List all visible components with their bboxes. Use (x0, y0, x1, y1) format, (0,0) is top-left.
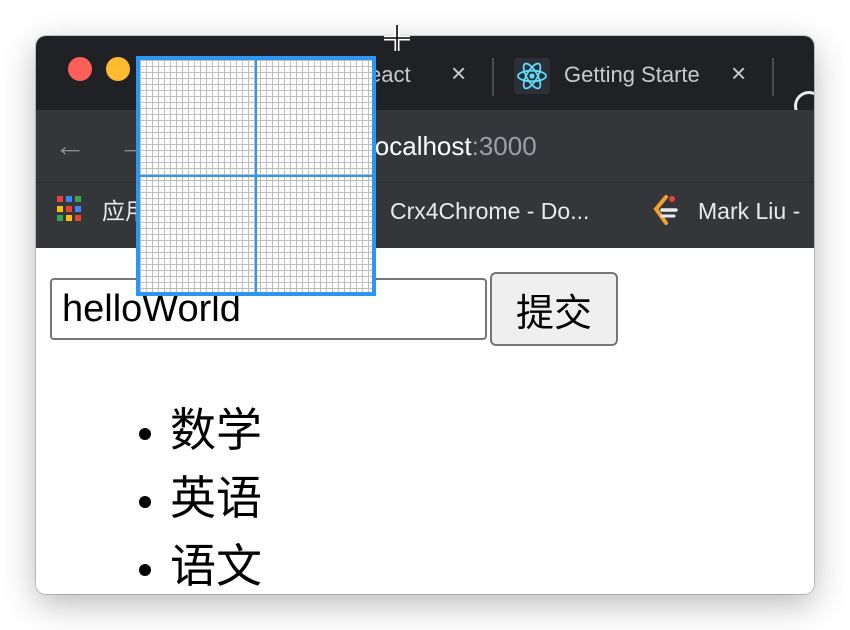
apps-grid-icon[interactable] (57, 196, 83, 222)
submit-button[interactable]: 提交 (490, 272, 618, 346)
list-item: 语文 (170, 532, 262, 594)
bookmark-mark-liu[interactable]: Mark Liu - (698, 196, 800, 226)
back-arrow-icon[interactable]: ← (54, 126, 86, 164)
crosshair-cursor-icon (384, 25, 410, 51)
bookmark-crx4chrome[interactable]: Crx4Chrome - Do... (390, 196, 589, 226)
tab-close-icon[interactable]: × (731, 58, 746, 88)
tab-title[interactable]: Getting Starte (564, 60, 716, 90)
tab-title[interactable]: eact (369, 60, 429, 90)
mark-liu-favicon-icon (653, 195, 678, 225)
tab-separator (772, 58, 774, 96)
react-icon (514, 58, 550, 94)
subject-list: 数学 英语 语文 (112, 396, 262, 594)
tab-close-icon[interactable]: × (451, 58, 466, 88)
url-port: :3000 (471, 131, 537, 161)
list-item: 英语 (170, 464, 262, 532)
address-bar[interactable]: localhost:3000 (369, 131, 537, 162)
tab-separator (492, 58, 494, 96)
list-item: 数学 (170, 396, 262, 464)
close-window-button[interactable] (68, 57, 92, 81)
url-host: localhost (369, 131, 472, 161)
minimize-window-button[interactable] (106, 57, 130, 81)
pixel-grid-overlay[interactable] (136, 56, 376, 296)
